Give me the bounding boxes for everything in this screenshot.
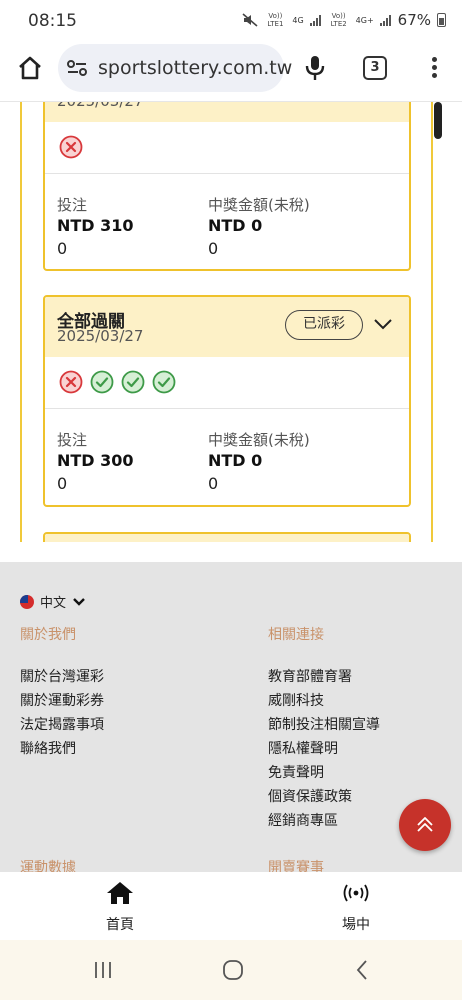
- bet-date: 2025/03/27: [57, 327, 144, 345]
- status-badge: 已派彩: [285, 310, 363, 340]
- prize-label: 中獎金額(未稅): [208, 196, 310, 214]
- sim2-label: Vo)) LTE2: [330, 12, 347, 28]
- prize-amount: NTD 0: [208, 216, 263, 235]
- net1-label: 4G: [292, 15, 304, 25]
- bet-card[interactable]: 全部過關 2025/03/27 已派彩 投注 NTD 300 0 中獎金額(未稅…: [43, 295, 411, 507]
- back-icon[interactable]: [351, 958, 375, 982]
- bet-value: 0: [57, 474, 68, 493]
- broadcast-icon: [343, 884, 369, 902]
- footer-link[interactable]: 法定揭露事項: [20, 713, 104, 737]
- tab-switcher-button[interactable]: 3: [363, 56, 387, 80]
- footer-link[interactable]: 個資保護政策: [268, 785, 380, 809]
- signal2-icon: [379, 14, 392, 26]
- about-links: 關於台灣運彩 關於運動彩券 法定揭露事項 聯絡我們: [20, 665, 104, 761]
- taiwan-flag-icon: [20, 594, 34, 609]
- sim1-label: Vo)) LTE1: [267, 12, 284, 28]
- bet-card-header[interactable]: [45, 534, 409, 542]
- footer-link[interactable]: 威剛科技: [268, 689, 380, 713]
- site-footer: 中文 關於我們 關於台灣運彩 關於運動彩券 法定揭露事項 聯絡我們 相關連接 教…: [0, 562, 462, 872]
- footer-link[interactable]: 隱私權聲明: [268, 737, 380, 761]
- nav-live-label: 場中: [342, 917, 370, 933]
- chevron-down-icon[interactable]: [373, 317, 393, 331]
- nav-home-label: 首頁: [106, 917, 134, 933]
- home-icon[interactable]: [16, 54, 44, 82]
- prize-amount: NTD 0: [208, 451, 263, 470]
- footer-link[interactable]: 關於運動彩券: [20, 689, 104, 713]
- events-heading: 開賣賽事: [268, 860, 324, 872]
- footer-link[interactable]: 聯絡我們: [20, 737, 104, 761]
- chevron-down-icon: [73, 597, 85, 606]
- footer-link[interactable]: 教育部體育署: [268, 665, 380, 689]
- language-label: 中文: [40, 596, 67, 611]
- battery-icon: [437, 13, 446, 27]
- bet-value: 0: [57, 239, 68, 258]
- recent-apps-icon[interactable]: [91, 958, 115, 982]
- status-bar: 08:15 Vo)) LTE1 4G Vo)) LTE2 4G+ 67%: [0, 0, 462, 42]
- footer-link[interactable]: 節制投注相關宣導: [268, 713, 380, 737]
- signal1-icon: [309, 14, 322, 26]
- scroll-to-top-button[interactable]: [399, 799, 451, 851]
- url-text[interactable]: sportslottery.com.tw: [98, 57, 292, 79]
- home-button-icon[interactable]: [221, 958, 245, 982]
- nav-live[interactable]: 場中: [316, 880, 396, 934]
- loss-icon: [59, 370, 83, 394]
- win-icon: [121, 370, 145, 394]
- double-chevron-up-icon: [417, 817, 433, 832]
- home-icon: [107, 882, 133, 904]
- bet-history-list[interactable]: 2025/03/27 投注 NTD 310 0 中獎金額(未稅) NTD 0 0…: [0, 102, 462, 542]
- status-time: 08:15: [28, 11, 77, 31]
- microphone-icon[interactable]: [302, 54, 328, 82]
- nav-home[interactable]: 首頁: [80, 880, 160, 934]
- bet-card-header[interactable]: 全部過關 2025/03/27 已派彩: [45, 297, 409, 357]
- language-selector[interactable]: 中文: [20, 592, 86, 611]
- bet-label: 投注: [57, 196, 88, 214]
- prize-value: 0: [208, 474, 219, 493]
- system-navigation-bar: [0, 940, 462, 1000]
- win-icon: [152, 370, 176, 394]
- footer-link[interactable]: 經銷商專區: [268, 809, 380, 833]
- bet-label: 投注: [57, 431, 88, 449]
- bottom-navigation: 首頁 場中: [0, 872, 462, 940]
- scrollbar-thumb[interactable]: [434, 102, 442, 139]
- footer-link[interactable]: 關於台灣運彩: [20, 665, 104, 689]
- more-menu-icon[interactable]: [424, 54, 444, 82]
- mute-icon: [242, 13, 258, 27]
- footer-link[interactable]: 免責聲明: [268, 761, 380, 785]
- battery-percent: 67%: [397, 11, 431, 29]
- status-icons: Vo)) LTE1 4G Vo)) LTE2 4G+ 67%: [242, 11, 446, 29]
- bet-date: 2025/03/27: [57, 102, 143, 110]
- prize-value: 0: [208, 239, 219, 258]
- loss-icon: [59, 135, 83, 159]
- list-border-left: [20, 102, 22, 542]
- bet-amount: NTD 300: [57, 451, 134, 470]
- related-links: 教育部體育署 威剛科技 節制投注相關宣導 隱私權聲明 免責聲明 個資保護政策 經…: [268, 665, 380, 833]
- browser-toolbar: sportslottery.com.tw 3: [0, 42, 462, 102]
- prize-label: 中獎金額(未稅): [208, 431, 310, 449]
- list-border-right: [431, 102, 433, 542]
- bet-stats: 投注 NTD 300 0 中獎金額(未稅) NTD 0 0: [45, 409, 409, 505]
- bet-card-header: 2025/03/27: [45, 102, 409, 122]
- about-heading: 關於我們: [20, 627, 76, 643]
- address-bar[interactable]: sportslottery.com.tw: [58, 44, 292, 92]
- net2-label: 4G+: [355, 15, 374, 25]
- result-icons-row: [45, 357, 409, 409]
- result-icons-row: [45, 122, 409, 174]
- site-settings-icon[interactable]: [66, 58, 88, 78]
- sports-data-heading: 運動數據: [20, 860, 76, 872]
- bet-card: 2025/03/27 投注 NTD 310 0 中獎金額(未稅) NTD 0 0: [43, 102, 411, 271]
- win-icon: [90, 370, 114, 394]
- bet-card[interactable]: [43, 532, 411, 542]
- related-heading: 相關連接: [268, 627, 324, 643]
- bet-stats: 投注 NTD 310 0 中獎金額(未稅) NTD 0 0: [45, 174, 409, 269]
- bet-amount: NTD 310: [57, 216, 134, 235]
